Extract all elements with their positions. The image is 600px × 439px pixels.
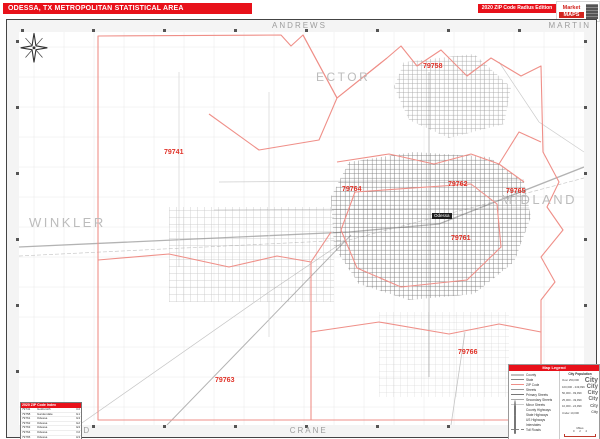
county-label-ector: ECTOR [316,70,371,84]
legend-population-column: City Population Over 250,000 City 100,000… [559,371,599,439]
street-line-sample [511,389,524,390]
city-label-odessa: Odessa [432,213,452,219]
adjacent-county-crane: CRANE [289,426,328,435]
legend-item-label: Interstates [526,422,541,427]
city-size-sample: City [586,383,598,390]
legend-item-label: ZIP Code [526,382,540,387]
legend-item-label: US Highways [526,417,546,422]
zip-cell: 79741 [22,408,31,411]
interstate-shield-icon [514,414,516,434]
county-line-sample [511,373,524,376]
grid-cell: G1 [75,412,80,416]
map-page: ODESSA, TX METROPOLITAN STATISTICAL AREA… [0,0,600,439]
zip-cell: 79763 [22,426,31,430]
legend-item-label: State Highways [526,412,549,417]
map-legend: Map Legend County State ZIP Code Streets… [508,364,600,439]
zip-label-79762: 79762 [448,181,468,188]
logo-detail-block [586,4,598,19]
zip-label-79763: 79763 [215,377,235,384]
south-odessa-area [379,312,509,397]
grid-cell: G3 [75,417,80,421]
population-range: Over 250,000 [562,378,579,383]
population-range: 100,000 - 249,999 [562,384,585,389]
brand-logo-line2: MAPS [559,12,584,18]
zip-index-table: 2020 ZIP Code Index 79741 Goldsmith C2 797… [20,402,82,439]
name-cell: Odessa [37,426,48,430]
legend-item-label: County [526,372,537,377]
grid-cell: E3 [76,426,80,430]
scale-values: 0 2 4 [573,429,587,433]
city-size-sample: City [590,403,598,409]
legend-item-label: Streets [526,387,537,392]
zip-line-sample [511,384,524,385]
legend-item-label: County Highways [526,407,551,412]
grid-cell: G2 [75,421,80,425]
compass-rose-icon [20,33,48,63]
zip-cell: 79764 [22,430,31,434]
grid-cell: F2 [76,430,80,434]
zip-cell: 79758 [22,412,31,416]
population-row: Under 10,000 City [562,410,598,417]
county-label-winkler: WINKLER [29,215,106,230]
scale-bar: Miles 0 2 4 [562,426,598,439]
edition-banner: 2020 ZIP Code Radius Edition [478,4,556,13]
legend-item-label: State [526,377,534,382]
zip-label-79741: 79741 [164,149,184,156]
legend-item-label: Toll Roads [526,427,541,432]
toll-road-line-sample [511,429,524,430]
county-label-midland: MIDLAND [501,192,578,207]
zip-cell: 79762 [22,421,31,425]
legend-item-label: Secondary Streets [526,397,553,402]
name-cell: Odessa [37,421,48,425]
city-size-sample: City [588,396,598,403]
population-range: 50,000 - 99,999 [562,391,582,396]
population-range: 10,000 - 24,999 [562,404,582,409]
page-title: ODESSA, TX METROPOLITAN STATISTICAL AREA [3,3,252,14]
name-cell: Goldsmith [37,408,51,411]
name-cell: Odessa [37,417,48,421]
adjacent-county-martin: MARTIN [548,21,591,30]
name-cell: Odessa [37,430,48,434]
map-canvas: 79741 79758 79764 79762 79765 79761 7976… [19,32,584,425]
zip-label-79764: 79764 [342,186,362,193]
grid-cell: C2 [76,408,80,411]
zip-label-79766: 79766 [458,349,478,356]
zip-cell: 79761 [22,417,31,421]
legend-body: County State ZIP Code Streets Primary St… [509,371,599,439]
legend-item-label: Primary Streets [526,392,548,397]
legend-item-label: Minor Streets [526,402,545,407]
west-odessa-area [169,207,334,302]
adjacent-county-andrews: ANDREWS [272,21,327,30]
name-cell: Gardendale [37,412,53,416]
city-size-sample: City [587,389,598,396]
grid-cell: H3 [76,435,80,439]
city-size-sample: City [591,409,598,414]
primary-street-line-sample [511,394,524,395]
zip-label-79758: 79758 [423,63,443,70]
zip-label-79761: 79761 [451,235,471,242]
population-range: Under 10,000 [562,410,579,415]
scale-bar-line [564,434,596,437]
table-row: 79765 Odessa H3 [21,436,81,439]
population-range: 25,000 - 49,999 [562,397,582,402]
state-line-sample [511,379,524,380]
name-cell: Odessa [37,435,48,439]
legend-symbols-column: County State ZIP Code Streets Primary St… [509,371,559,439]
brand-logo-line1: Market [562,5,581,11]
brand-logo-text: Market MAPS [557,5,586,18]
zip-cell: 79765 [22,435,31,439]
